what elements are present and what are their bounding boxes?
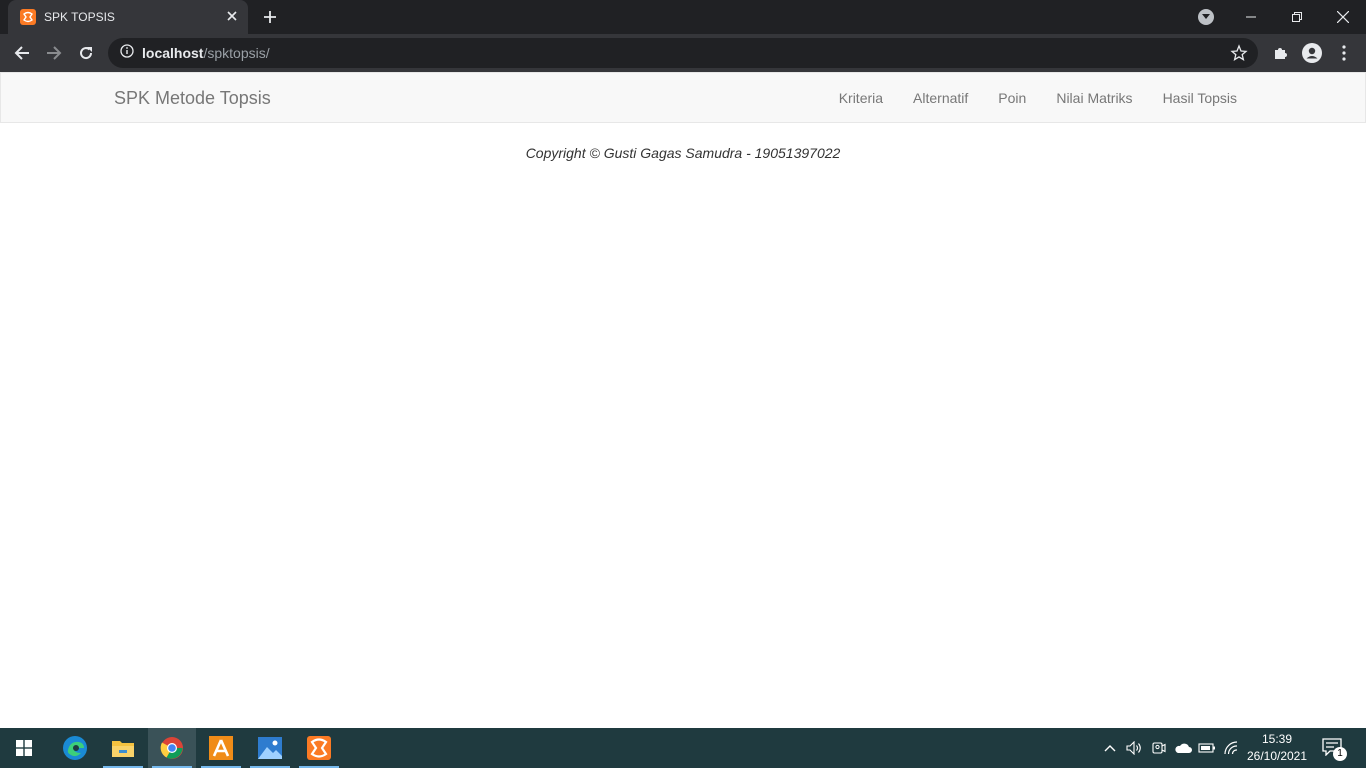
address-bar[interactable]: localhost/spktopsis/: [108, 38, 1258, 68]
browser-tabstrip: SPK TOPSIS: [0, 0, 1366, 34]
xampp-icon: [20, 9, 36, 25]
tab-close-icon[interactable]: [224, 8, 240, 24]
bookmark-star-icon[interactable]: [1230, 44, 1248, 62]
url-text: localhost/spktopsis/: [142, 45, 270, 61]
tab-title: SPK TOPSIS: [44, 10, 115, 24]
site-navbar: SPK Metode Topsis Kriteria Alternatif Po…: [0, 72, 1366, 123]
chrome-icon[interactable]: [148, 728, 196, 768]
nav-link-kriteria[interactable]: Kriteria: [824, 73, 898, 123]
system-clock[interactable]: 15:39 26/10/2021: [1240, 731, 1314, 765]
minimize-icon[interactable]: [1228, 0, 1274, 34]
nav-link-alternatif[interactable]: Alternatif: [898, 73, 983, 123]
profile-avatar-icon[interactable]: [1298, 39, 1326, 67]
browser-toolbar: localhost/spktopsis/: [0, 34, 1366, 72]
photos-icon[interactable]: [246, 728, 294, 768]
nav-link-hasil-topsis[interactable]: Hasil Topsis: [1148, 73, 1252, 123]
info-icon[interactable]: [120, 43, 134, 63]
clock-date: 26/10/2021: [1246, 749, 1308, 763]
file-explorer-icon[interactable]: [99, 728, 147, 768]
nav-link-nilai-matriks[interactable]: Nilai Matriks: [1041, 73, 1147, 123]
forward-icon[interactable]: [40, 39, 68, 67]
show-hidden-icons-icon[interactable]: [1100, 728, 1120, 768]
volume-icon[interactable]: [1124, 728, 1144, 768]
copyright-text: Copyright © Gusti Gagas Samudra - 190513…: [525, 145, 841, 161]
extensions-icon[interactable]: [1266, 39, 1294, 67]
onedrive-icon[interactable]: [1173, 728, 1193, 768]
xampp-icon[interactable]: [295, 728, 343, 768]
edge-icon[interactable]: [51, 728, 99, 768]
nav-links: Kriteria Alternatif Poin Nilai Matriks H…: [824, 73, 1252, 123]
windows-taskbar: 15:39 26/10/2021 1: [0, 728, 1366, 768]
nav-link-poin[interactable]: Poin: [983, 73, 1041, 123]
meet-now-icon[interactable]: [1149, 728, 1169, 768]
clock-time: 15:39: [1261, 732, 1293, 746]
battery-icon[interactable]: [1197, 728, 1217, 768]
reload-icon[interactable]: [72, 39, 100, 67]
windows-start-icon[interactable]: [0, 728, 48, 768]
restore-icon[interactable]: [1274, 0, 1320, 34]
close-window-icon[interactable]: [1320, 0, 1366, 34]
wifi-icon[interactable]: [1221, 728, 1241, 768]
web-page: SPK Metode Topsis Kriteria Alternatif Po…: [0, 72, 1366, 728]
brand-link[interactable]: SPK Metode Topsis: [114, 88, 271, 109]
back-icon[interactable]: [8, 39, 36, 67]
menu-dots-icon[interactable]: [1330, 39, 1358, 67]
app-orange-icon[interactable]: [197, 728, 245, 768]
browser-tab[interactable]: SPK TOPSIS: [8, 0, 248, 34]
new-tab-icon[interactable]: [258, 5, 282, 29]
notification-count-badge: 1: [1333, 747, 1347, 761]
tab-search-icon[interactable]: [1198, 9, 1214, 25]
